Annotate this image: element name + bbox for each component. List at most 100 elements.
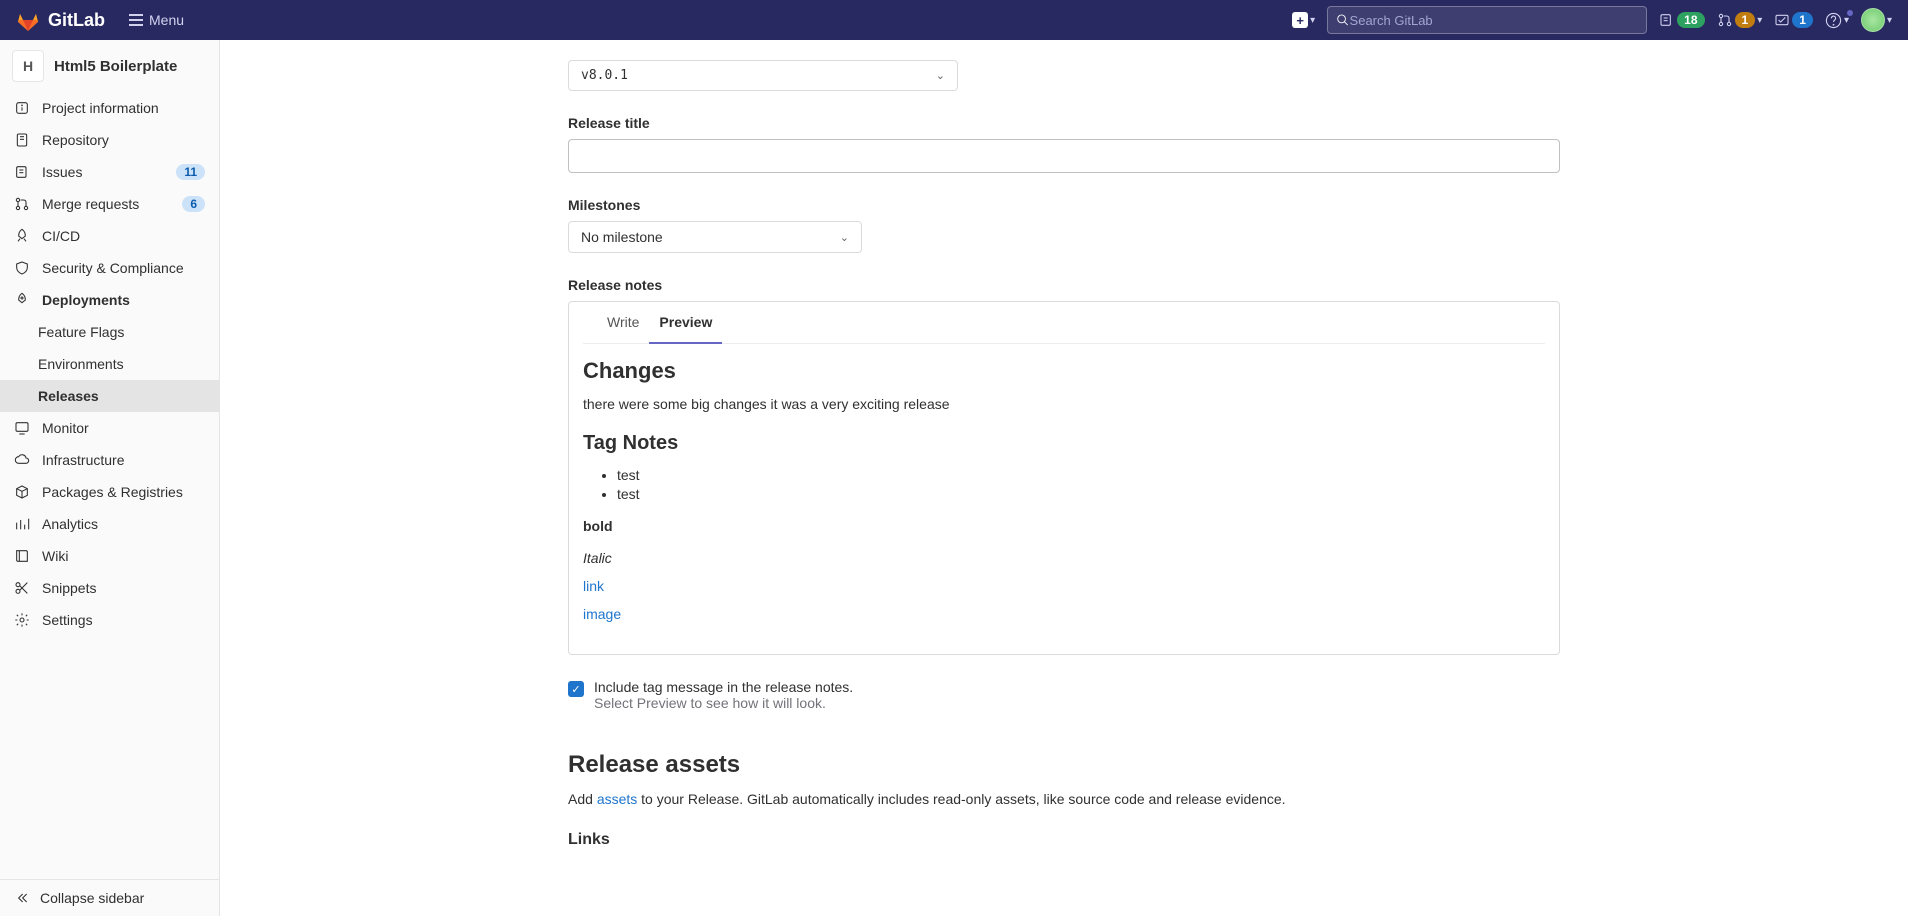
sidebar-item-merge-requests[interactable]: Merge requests 6 [0,188,219,220]
include-tag-checkbox[interactable]: ✓ [568,681,584,697]
sidebar-label: Environments [38,356,124,372]
merge-icon [1717,12,1733,28]
sidebar-item-settings[interactable]: Settings [0,604,219,636]
sidebar: H Html5 Boilerplate Project information … [0,40,220,916]
collapse-label: Collapse sidebar [40,890,144,906]
links-heading: Links [568,831,1560,849]
shield-icon [14,260,30,276]
sidebar-label: Packages & Registries [42,484,183,500]
package-icon [14,484,30,500]
sidebar-label: Snippets [42,580,96,596]
preview-heading-tagnotes: Tag Notes [583,432,1545,455]
nav-help[interactable]: ▾ [1825,12,1849,29]
sidebar-item-feature-flags[interactable]: Feature Flags [0,316,219,348]
chevron-down-icon: ▾ [1887,15,1892,26]
help-icon [1825,12,1842,29]
sidebar-item-snippets[interactable]: Snippets [0,572,219,604]
sidebar-item-environments[interactable]: Environments [0,348,219,380]
search-icon [1336,13,1349,27]
sidebar-label: Deployments [42,292,130,308]
sidebar-label: Releases [38,388,99,404]
preview-list-item: test [617,486,1545,502]
sidebar-label: Monitor [42,420,89,436]
sidebar-label: Settings [42,612,93,628]
assets-link[interactable]: assets [597,791,637,807]
milestones-label: Milestones [568,197,1560,213]
sidebar-label: Issues [42,164,82,180]
release-title-label: Release title [568,115,1560,131]
checkbox-help: Select Preview to see how it will look. [594,695,853,711]
chevron-down-icon: ▾ [1310,15,1315,26]
nav-todos[interactable]: 1 [1774,12,1813,28]
menu-button[interactable]: Menu [129,12,184,28]
sidebar-label: Feature Flags [38,324,124,340]
chevron-down-icon: ▾ [1757,15,1762,26]
sidebar-item-repository[interactable]: Repository [0,124,219,156]
search-box[interactable] [1327,6,1647,34]
menu-label: Menu [149,12,184,28]
issues-count-badge: 11 [176,164,205,180]
preview-image-link[interactable]: image [583,606,1545,622]
create-new-button[interactable]: + ▾ [1292,12,1315,28]
release-assets-title: Release assets [568,751,1560,779]
rocket-icon [14,228,30,244]
tab-write[interactable]: Write [597,302,649,343]
monitor-icon [14,420,30,436]
chevron-down-icon: ▾ [1844,15,1849,26]
sidebar-item-wiki[interactable]: Wiki [0,540,219,572]
hamburger-icon [129,14,143,26]
issues-icon [14,164,30,180]
main-content: v8.0.1 ⌄ Release title Milestones No mil… [220,40,1908,916]
project-header[interactable]: H Html5 Boilerplate [0,40,219,92]
scissors-icon [14,580,30,596]
nav-user-menu[interactable]: ▾ [1861,8,1892,32]
book-icon [14,548,30,564]
sidebar-item-releases[interactable]: Releases [0,380,219,412]
tab-preview[interactable]: Preview [649,302,722,344]
release-title-input[interactable] [568,139,1560,173]
sidebar-label: Merge requests [42,196,139,212]
preview-content: Changes there were some big changes it w… [569,344,1559,654]
gear-icon [14,612,30,628]
sidebar-item-analytics[interactable]: Analytics [0,508,219,540]
sidebar-label: Project information [42,100,159,116]
sidebar-item-security[interactable]: Security & Compliance [0,252,219,284]
project-avatar: H [12,50,44,82]
sidebar-item-cicd[interactable]: CI/CD [0,220,219,252]
release-notes-label: Release notes [568,277,1560,293]
preview-heading-changes: Changes [583,358,1545,384]
gitlab-logo-icon [16,8,40,32]
sidebar-item-monitor[interactable]: Monitor [0,412,219,444]
search-input[interactable] [1350,13,1639,28]
release-notes-editor: Write Preview Changes there were some bi… [568,301,1560,655]
todo-badge: 1 [1792,12,1813,28]
preview-italic: Italic [583,550,1545,566]
collapse-sidebar-button[interactable]: Collapse sidebar [0,880,219,916]
nav-merge-requests[interactable]: 1 ▾ [1717,12,1763,28]
tag-value: v8.0.1 [581,68,628,83]
sidebar-item-infrastructure[interactable]: Infrastructure [0,444,219,476]
merge-icon [14,196,30,212]
chevron-down-icon: ⌄ [936,69,945,82]
preview-changes-text: there were some big changes it was a ver… [583,396,1545,412]
sidebar-item-project-information[interactable]: Project information [0,92,219,124]
cloud-icon [14,452,30,468]
preview-list-item: test [617,467,1545,483]
milestones-dropdown[interactable]: No milestone ⌄ [568,221,862,253]
sidebar-item-issues[interactable]: Issues 11 [0,156,219,188]
sidebar-label: Infrastructure [42,452,124,468]
tag-dropdown[interactable]: v8.0.1 ⌄ [568,60,958,91]
chevron-down-icon: ⌄ [840,231,849,244]
todo-icon [1774,12,1790,28]
sidebar-item-deployments[interactable]: Deployments [0,284,219,316]
release-assets-description: Add assets to your Release. GitLab autom… [568,791,1560,807]
deploy-icon [14,292,30,308]
sidebar-item-packages[interactable]: Packages & Registries [0,476,219,508]
sidebar-label: Analytics [42,516,98,532]
nav-issues[interactable]: 18 [1659,12,1704,28]
sidebar-label: CI/CD [42,228,80,244]
issues-icon [1659,12,1675,28]
chevron-left-icon [14,890,30,906]
preview-link[interactable]: link [583,578,1545,594]
sidebar-label: Security & Compliance [42,260,184,276]
